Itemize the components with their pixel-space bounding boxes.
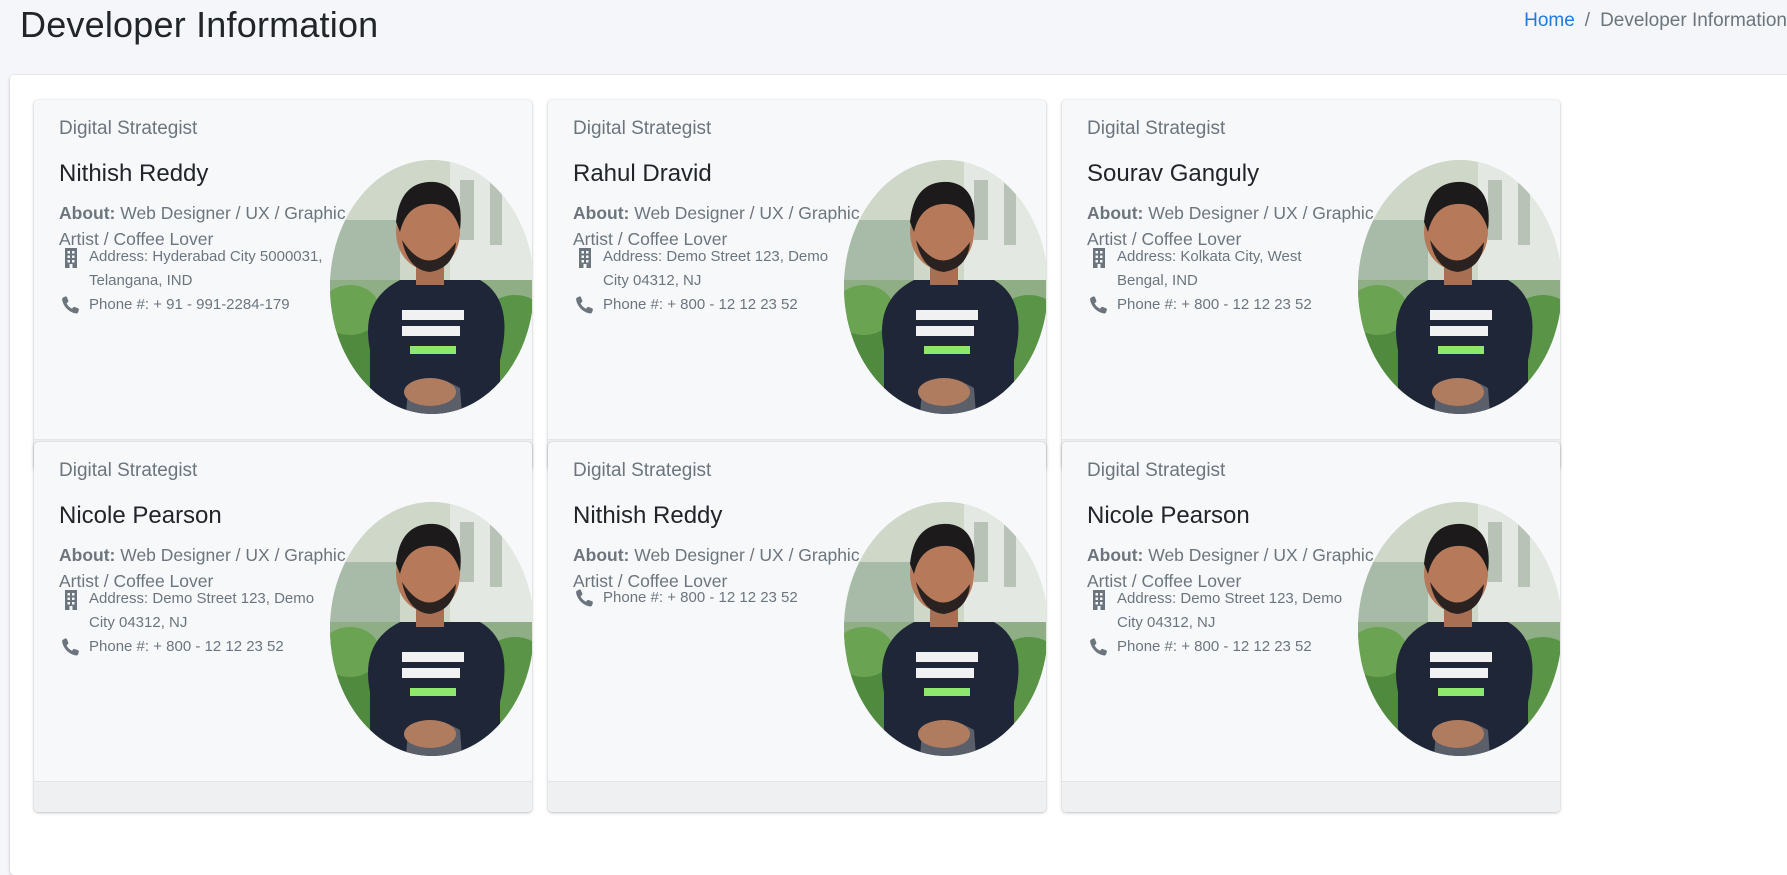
phone-text: Phone #: + 91 - 991-2284-179 — [89, 296, 290, 313]
developer-name: Nicole Pearson — [59, 502, 222, 529]
phone-icon — [61, 637, 81, 657]
address-text: Address: Demo Street 123, Demo City 0431… — [603, 248, 829, 289]
phone-text: Phone #: + 800 - 12 12 23 52 — [1117, 638, 1312, 655]
breadcrumb-separator: / — [1584, 10, 1591, 31]
building-icon — [61, 589, 81, 610]
contact-list: Address: Demo Street 123, Demo City 0431… — [1087, 587, 1352, 659]
user-avatar — [1358, 502, 1560, 756]
phone-text: Phone #: + 800 - 12 12 23 52 — [603, 589, 798, 606]
address-item: Address: Demo Street 123, Demo City 0431… — [573, 245, 838, 293]
building-icon — [575, 247, 595, 268]
user-avatar — [844, 502, 1046, 756]
address-text: Address: Demo Street 123, Demo City 0431… — [1117, 590, 1343, 631]
about-label: About: — [59, 545, 116, 565]
developer-card-body: Digital Strategist Nicole Pearson About:… — [34, 442, 532, 782]
address-text: Address: Hyderabad City 5000031, Telanga… — [89, 248, 323, 289]
contact-list: Address: Kolkata City, West Bengal, IND … — [1087, 245, 1352, 317]
phone-text: Phone #: + 800 - 12 12 23 52 — [1117, 296, 1312, 313]
page-header: Developer Information Home / Developer Inf… — [0, 0, 1787, 70]
developer-card-body: Digital Strategist Nithish Reddy About: … — [34, 100, 532, 440]
developer-role: Digital Strategist — [1087, 460, 1226, 481]
developer-card-body: Digital Strategist Rahul Dravid About: W… — [548, 100, 1046, 440]
page-title: Developer Information — [20, 4, 379, 45]
building-icon — [61, 247, 81, 268]
phone-icon — [575, 588, 595, 608]
developer-card: Digital Strategist Nithish Reddy About: … — [34, 100, 532, 470]
developer-card-body: Digital Strategist Nithish Reddy About: … — [548, 442, 1046, 782]
building-icon — [1089, 247, 1109, 268]
phone-item: Phone #: + 800 - 12 12 23 52 — [573, 293, 838, 317]
breadcrumb: Home / Developer Information — [1524, 10, 1787, 32]
about-label: About: — [1087, 545, 1144, 565]
developer-role: Digital Strategist — [573, 118, 712, 139]
user-avatar — [1358, 160, 1560, 414]
phone-icon — [1089, 295, 1109, 315]
developer-name: Rahul Dravid — [573, 160, 712, 187]
phone-icon — [1089, 637, 1109, 657]
address-text: Address: Kolkata City, West Bengal, IND — [1117, 248, 1302, 289]
developer-name: Nicole Pearson — [1087, 502, 1250, 529]
contact-list: Address: Demo Street 123, Demo City 0431… — [59, 587, 324, 659]
developer-role: Digital Strategist — [573, 460, 712, 481]
developer-role: Digital Strategist — [59, 460, 198, 481]
about-label: About: — [573, 545, 630, 565]
about-label: About: — [1087, 203, 1144, 223]
phone-item: Phone #: + 800 - 12 12 23 52 — [1087, 293, 1352, 317]
developer-card: Digital Strategist Nicole Pearson About:… — [1062, 442, 1560, 812]
breadcrumb-current: Developer Information — [1600, 10, 1787, 31]
about-label: About: — [59, 203, 116, 223]
contact-list: Address: Hyderabad City 5000031, Telanga… — [59, 245, 324, 317]
address-text: Address: Demo Street 123, Demo City 0431… — [89, 590, 315, 631]
developer-role: Digital Strategist — [1087, 118, 1226, 139]
phone-text: Phone #: + 800 - 12 12 23 52 — [89, 638, 284, 655]
phone-text: Phone #: + 800 - 12 12 23 52 — [603, 296, 798, 313]
phone-item: Phone #: + 91 - 991-2284-179 — [59, 293, 324, 317]
developer-card-body: Digital Strategist Nicole Pearson About:… — [1062, 442, 1560, 782]
phone-item: Phone #: + 800 - 12 12 23 52 — [1087, 635, 1352, 659]
developer-name: Nithish Reddy — [573, 502, 723, 529]
developer-list-panel: Digital Strategist Nithish Reddy About: … — [10, 75, 1787, 875]
developer-card-footer — [34, 781, 532, 812]
breadcrumb-home-link[interactable]: Home — [1524, 10, 1575, 31]
user-avatar — [330, 160, 532, 414]
address-item: Address: Hyderabad City 5000031, Telanga… — [59, 245, 324, 293]
developer-name: Nithish Reddy — [59, 160, 209, 187]
contact-list: Address: Demo Street 123, Demo City 0431… — [573, 245, 838, 317]
user-avatar — [844, 160, 1046, 414]
developer-card: Digital Strategist Nithish Reddy About: … — [548, 442, 1046, 812]
developer-card: Digital Strategist Rahul Dravid About: W… — [548, 100, 1046, 470]
contact-list: Phone #: + 800 - 12 12 23 52 — [573, 586, 838, 610]
about-label: About: — [573, 203, 630, 223]
developer-card-body: Digital Strategist Sourav Ganguly About:… — [1062, 100, 1560, 440]
developer-card-footer — [1062, 781, 1560, 812]
developer-card: Digital Strategist Nicole Pearson About:… — [34, 442, 532, 812]
building-icon — [1089, 589, 1109, 610]
developer-name: Sourav Ganguly — [1087, 160, 1260, 187]
phone-icon — [61, 295, 81, 315]
address-item: Address: Demo Street 123, Demo City 0431… — [59, 587, 324, 635]
user-avatar — [330, 502, 532, 756]
developer-role: Digital Strategist — [59, 118, 198, 139]
phone-item: Phone #: + 800 - 12 12 23 52 — [59, 635, 324, 659]
address-item: Address: Demo Street 123, Demo City 0431… — [1087, 587, 1352, 635]
address-item: Address: Kolkata City, West Bengal, IND — [1087, 245, 1352, 293]
developer-card-footer — [548, 781, 1046, 812]
phone-item: Phone #: + 800 - 12 12 23 52 — [573, 586, 838, 610]
developer-card: Digital Strategist Sourav Ganguly About:… — [1062, 100, 1560, 470]
phone-icon — [575, 295, 595, 315]
